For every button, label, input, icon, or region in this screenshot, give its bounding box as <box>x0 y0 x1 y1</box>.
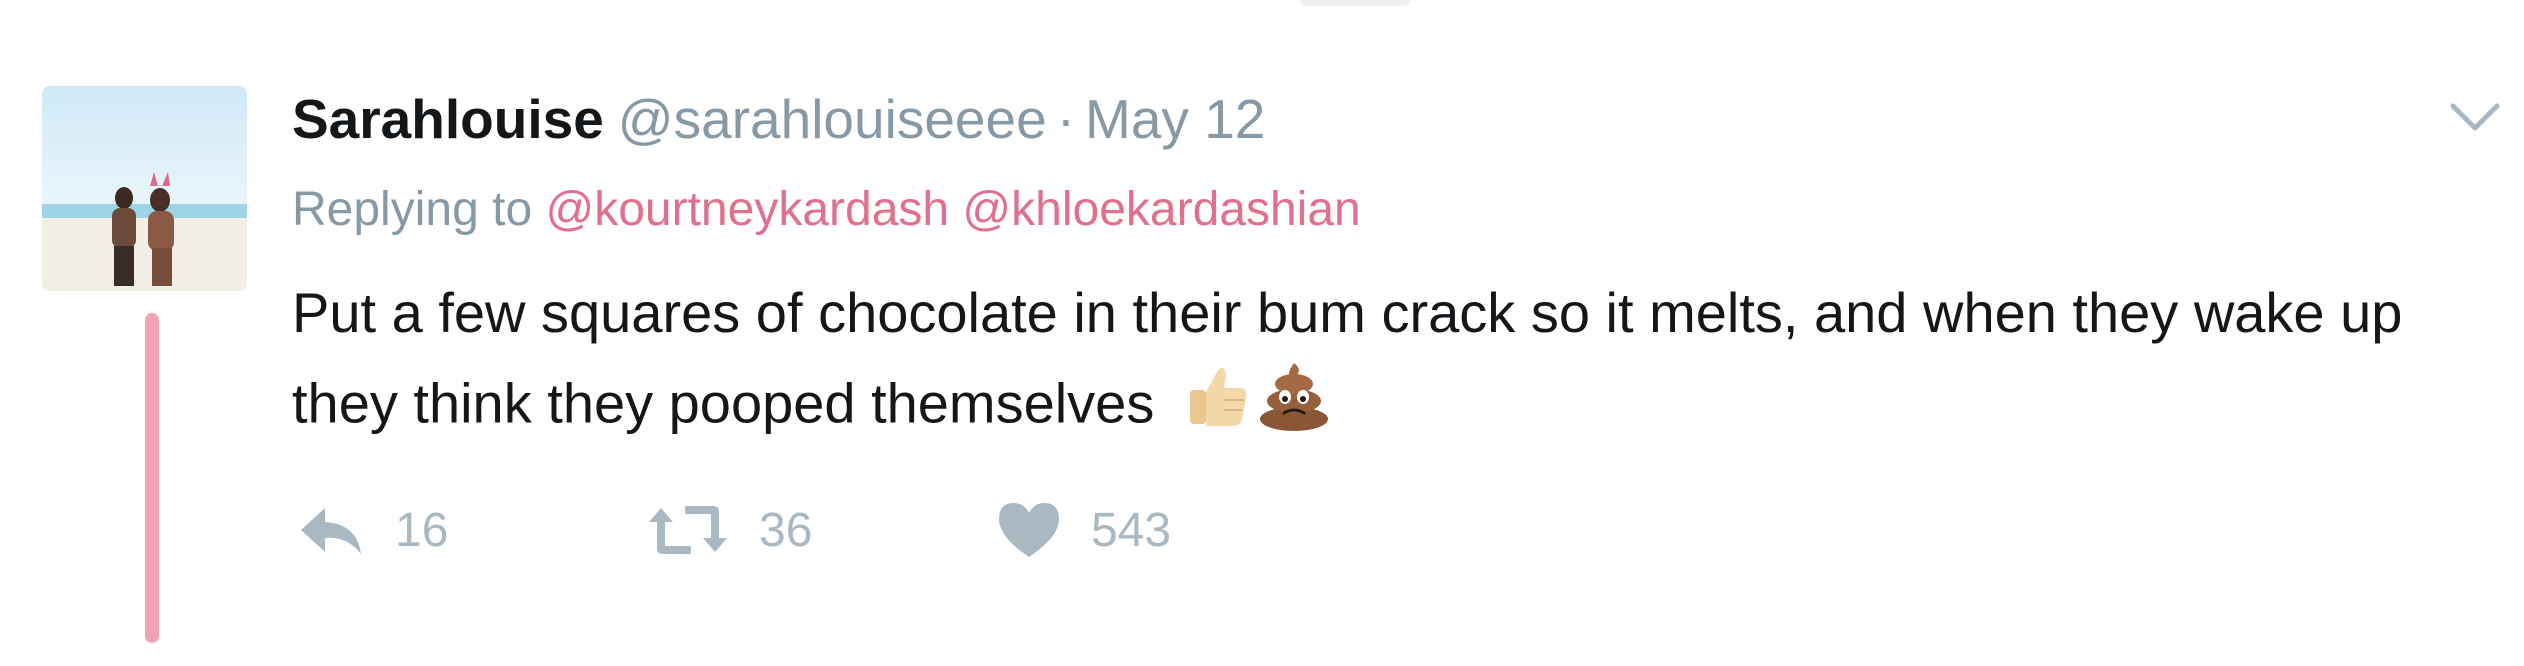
thread-connector-line <box>145 313 159 643</box>
thumbs-up-icon <box>1184 360 1250 455</box>
reply-count: 16 <box>395 503 449 557</box>
mention-link[interactable]: @khloekardashian <box>962 183 1360 236</box>
avatar-photo <box>42 86 247 291</box>
tweet-text: Put a few squares of chocolate in their … <box>292 281 2403 435</box>
tweet-date[interactable]: May 12 <box>1085 88 1265 150</box>
reply-icon <box>301 508 361 554</box>
tweet-body: Put a few squares of chocolate in their … <box>292 268 2442 458</box>
header-separator: · <box>1056 88 1076 150</box>
retweet-button[interactable]: 36 <box>645 490 812 570</box>
display-name[interactable]: Sarahlouise <box>292 88 604 150</box>
chevron-down-icon <box>2450 103 2500 131</box>
retweet-count: 36 <box>759 503 813 557</box>
reply-button[interactable]: 16 <box>295 490 448 570</box>
avatar[interactable] <box>42 86 247 291</box>
tweet-header: Sarahlouise @sarahlouiseeee · May 12 <box>292 84 1265 154</box>
heart-icon <box>999 503 1059 557</box>
like-count: 543 <box>1091 503 1172 557</box>
replying-to: Replying to @kourtneykardash @khloekarda… <box>292 180 1361 240</box>
mention-link[interactable]: @kourtneykardash <box>545 183 949 236</box>
replying-to-label: Replying to <box>292 183 533 236</box>
previous-tweet-edge <box>1300 0 1410 6</box>
like-button[interactable]: 543 <box>995 490 1171 570</box>
tweet-menu-button[interactable] <box>2445 92 2505 142</box>
user-handle[interactable]: @sarahlouiseeee <box>618 88 1047 150</box>
retweet-icon <box>649 506 727 554</box>
pile-of-poo-icon <box>1256 357 1332 458</box>
